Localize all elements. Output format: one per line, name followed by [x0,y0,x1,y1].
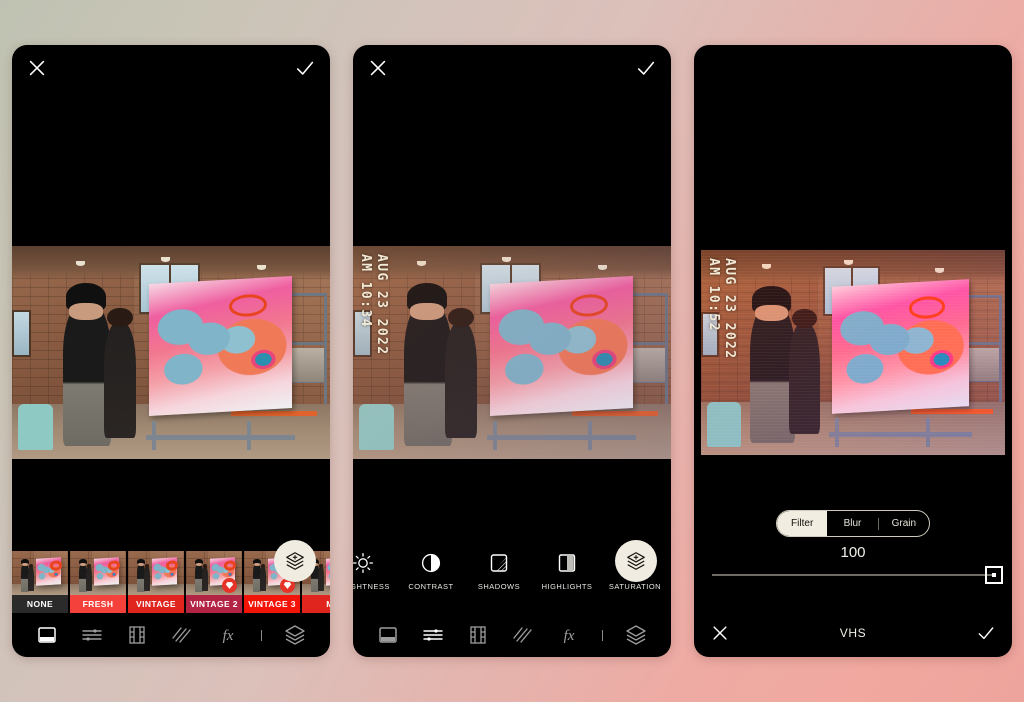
adjustment-label: SATURATION [608,582,662,591]
segment-filter[interactable]: Filter [777,511,828,536]
filter-label: VINTAGE [128,595,184,613]
tool-fx[interactable]: fx [557,623,581,647]
photo-image [353,246,671,459]
add-layer-button[interactable] [274,540,316,582]
filter-label: VINTAGE 2 [186,595,242,613]
layers-icon [285,625,305,645]
premium-badge-icon [222,578,237,593]
grain-icon [513,627,533,643]
close-icon[interactable] [367,57,389,79]
bottom-toolbar: fx [12,613,330,657]
tool-grain[interactable] [511,623,535,647]
segment-blur[interactable]: Blur [827,511,877,536]
fx-icon: fx [222,628,233,644]
adjustment-label: SHADOWS [477,582,521,591]
tool-film[interactable] [466,623,490,647]
top-bar [12,45,330,91]
tool-film[interactable] [125,623,149,647]
adjustment-shadows[interactable]: SHADOWS [465,551,533,591]
adjustment-label: HIGHLIGHTS [541,582,593,591]
tool-layers[interactable] [283,623,307,647]
add-layer-button[interactable] [615,540,657,582]
tool-grain[interactable] [170,623,194,647]
intensity-slider[interactable] [712,566,1003,584]
brightness-icon [353,551,375,575]
check-icon[interactable] [294,57,316,79]
check-icon[interactable] [976,623,996,643]
tool-filter[interactable] [376,623,400,647]
tool-layers[interactable] [624,623,648,647]
add-layer-icon [286,552,304,570]
tool-fx[interactable]: fx [216,623,240,647]
tool-filter[interactable] [35,623,59,647]
segment-grain[interactable]: Grain [879,511,929,536]
adjustment-brightness[interactable]: BRIGHTNESS [353,551,397,591]
active-filter-name: VHS [839,626,867,640]
slider-value: 100 [840,544,866,561]
adjustment-label: BRIGHTNESS [353,582,390,591]
close-icon[interactable] [26,57,48,79]
filter-thumb[interactable]: NONE [12,551,70,613]
layers-icon [626,625,646,645]
filter-label: NONE [12,595,68,613]
adjustment-label: CONTRAST [408,582,454,591]
photo-canvas[interactable] [12,246,330,459]
filters-panel: NONE FRESH VINTAGE VINTAGE 2 VINTAGE 3 f… [12,45,330,657]
svg-text:fx: fx [222,628,233,644]
filter-thumb[interactable]: VINTAGE [128,551,186,613]
check-icon[interactable] [635,57,657,79]
slider-handle[interactable] [985,566,1003,584]
filter-footer: VHS [694,609,1012,657]
top-bar [353,45,671,91]
close-icon[interactable] [710,623,730,643]
mode-segmented-control[interactable]: Filter Blur Grain [776,510,930,537]
adjust-icon [423,629,443,641]
tool-adjust[interactable] [80,623,104,647]
photo-image [701,250,1005,455]
shadows-icon [487,551,511,575]
grain-icon [172,627,192,643]
film-icon [129,626,145,644]
toolbar-divider [602,629,604,641]
filter-label: VINTAGE 3 [244,595,300,613]
add-layer-icon [627,552,645,570]
bottom-toolbar: fx [353,613,671,657]
filter-icon [37,627,56,643]
adjustments-panel: AM 10:34 AUG 23 2022 BRIGHTNESS CONT [353,45,671,657]
filter-label: FRESH [70,595,126,613]
svg-text:fx: fx [563,628,574,644]
fx-icon: fx [563,628,574,644]
filter-thumb[interactable]: VINTAGE 2 [186,551,244,613]
adjust-icon [82,629,102,641]
filter-thumb[interactable]: FRESH [70,551,128,613]
photo-canvas[interactable]: AM 10:34 AUG 23 2022 [353,246,671,459]
adjustment-highlights[interactable]: HIGHLIGHTS [533,551,601,591]
photo-canvas[interactable]: AM 10:52 AUG 23 2022 [701,250,1005,455]
filter-icon [378,627,397,643]
filter-label: M [302,595,330,613]
vhs-filter-panel: AM 10:52 AUG 23 2022 Filter Blur Grain 1… [694,45,1012,657]
screenshot-stage: NONE FRESH VINTAGE VINTAGE 2 VINTAGE 3 f… [0,0,1024,702]
highlights-icon [555,551,579,575]
photo-image [12,246,330,459]
contrast-icon [419,551,443,575]
tool-adjust[interactable] [421,623,445,647]
film-icon [470,626,486,644]
adjustment-contrast[interactable]: CONTRAST [397,551,465,591]
toolbar-divider [261,629,263,641]
